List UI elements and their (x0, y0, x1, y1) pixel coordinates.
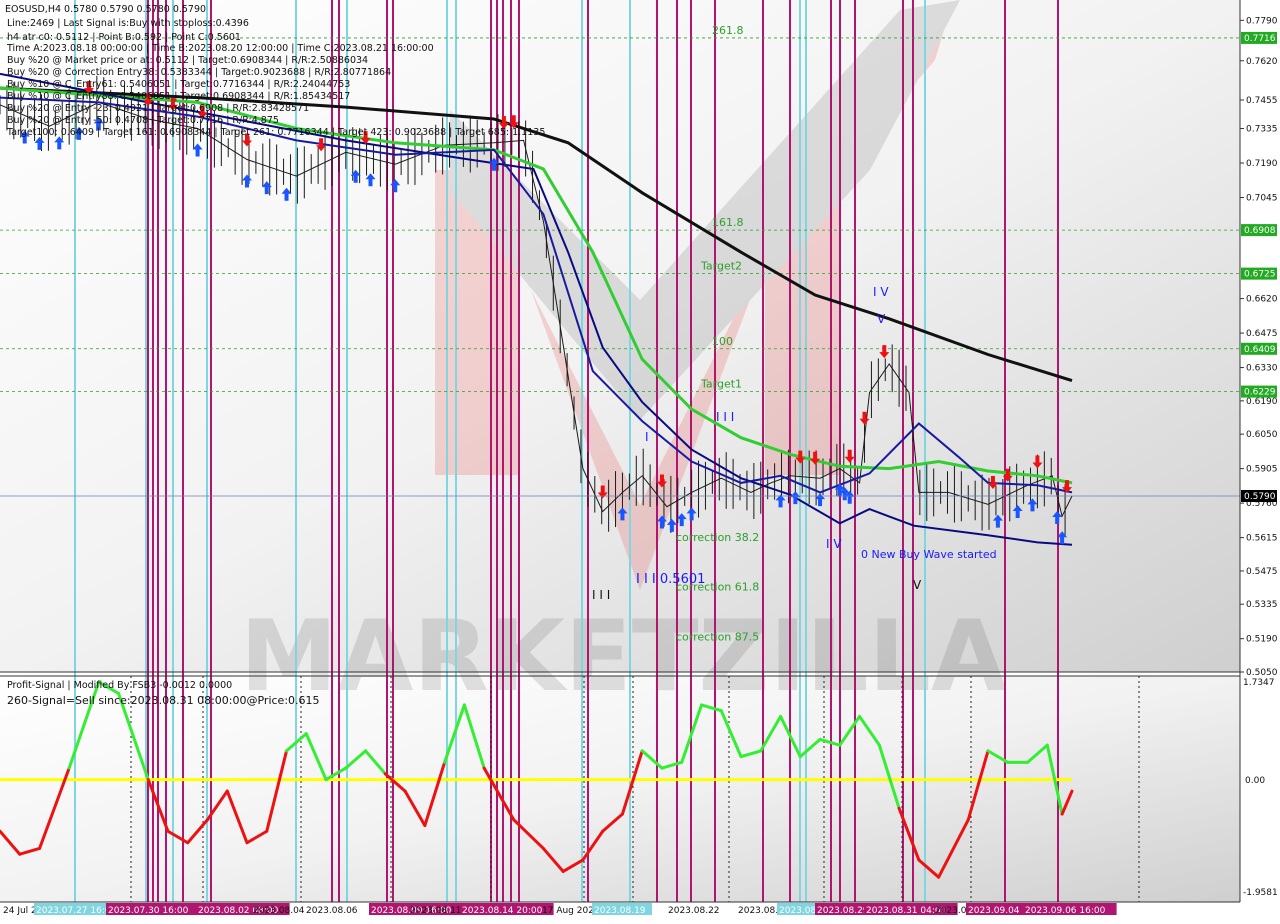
level-label: 100 (712, 335, 733, 348)
time-tick-label: 2023.08.29 (817, 906, 869, 916)
price-tick-label: 0.6330 (1246, 364, 1278, 374)
price-marker-label: 0.6908 (1244, 226, 1276, 236)
time-tick-label: 17 Aug 2023 (542, 906, 600, 916)
price-marker-label: 0.6409 (1244, 345, 1276, 355)
price-tick-label: 0.5615 (1246, 534, 1278, 544)
price-tick-label: 0.7335 (1246, 125, 1278, 135)
info-line: Buy %20 @ Entry -23: 0.4921 | Target:0.6… (7, 103, 309, 114)
price-tick-label: 0.7620 (1246, 57, 1278, 67)
time-tick-label: 2023.08.19 (594, 906, 646, 916)
oscillator-title: Profit-Signal | Modified By FSB3 -0.0012… (7, 680, 232, 691)
oscillator-axis-label: 0.00 (1245, 776, 1265, 786)
price-tick-label: 0.7045 (1246, 194, 1278, 204)
info-line: Buy %10 @ C_Entry61: 0.5406051 | Target:… (7, 79, 350, 90)
price-tick-label: 0.5190 (1246, 635, 1278, 645)
info-line: h4 atr c0: 0.5112 | Point B:0.592 | Poin… (7, 32, 241, 43)
chart-canvas: MARKETZILLA 261.8 161.8 Target2 100 Target1 c… (0, 0, 1280, 920)
price-tick-label: 0.5335 (1246, 600, 1278, 610)
level-label: 261.8 (712, 24, 744, 37)
price-marker-label: 0.6229 (1244, 388, 1276, 398)
time-tick-label: 2023.09.06 16:00 (1025, 906, 1106, 916)
price-tick-label: 0.6475 (1246, 329, 1278, 339)
info-line: Buy %10 @ C_Entry88: 0.5406051 | Target:… (7, 91, 350, 102)
price-tick-label: 0.5050 (1246, 668, 1278, 678)
price-tick-label: 0.6050 (1246, 430, 1278, 440)
wave-label: I I I (592, 588, 610, 602)
wave-label: 0 New Buy Wave started (861, 548, 997, 561)
info-line: Time A:2023.08.18 00:00:00 | Time B:2023… (6, 43, 434, 54)
price-tick-label: 0.5905 (1246, 465, 1278, 475)
oscillator-signal: 260-Signal=Sell since:2023.08.31 08:00:0… (7, 694, 320, 707)
price-tick-label: 0.6190 (1246, 397, 1278, 407)
time-tick-label: 2023.08.22 (668, 906, 720, 916)
price-tick-label: 0.7455 (1246, 96, 1278, 106)
price-tick-label: 0.5475 (1246, 567, 1278, 577)
level-label: Target1 (700, 378, 742, 391)
wave-label: I I I (716, 410, 734, 424)
info-line: Buy %20 @ Market price or at: 0.5112 | T… (7, 55, 368, 66)
wave-label: I V (826, 537, 842, 551)
symbol-line: EOSUSD,H4 0.5780 0.5790 0.5780 0.5790 (5, 4, 206, 15)
level-label: correction 38.2 (676, 531, 759, 544)
info-line: Target100: 0.6409 | Target 161: 0.690834… (6, 127, 545, 138)
time-tick-label: 2023.08.14 20:00 (462, 906, 543, 916)
info-line: Line:2469 | Last Signal is:Buy with stop… (7, 18, 249, 29)
info-line: Buy %20 @ Correction Entry38: 0.5383344 … (7, 67, 391, 78)
price-marker-label: 0.7716 (1244, 34, 1276, 44)
time-tick-label: 2023.08.06 (306, 906, 358, 916)
wave-label: I (645, 430, 649, 444)
price-tick-label: 0.6620 (1246, 295, 1278, 305)
wave-label: V (877, 312, 886, 326)
info-line: Buy %20 @ Entry -50: 0.4708 | Target:0.7… (7, 115, 279, 126)
watermark-text: MARKETZILLA (240, 600, 1007, 714)
chart-root: MARKETZILLA 261.8 161.8 Target2 100 Target1 c… (0, 0, 1280, 920)
price-tick-label: 0.7190 (1246, 159, 1278, 169)
level-label: 161.8 (712, 216, 744, 229)
time-tick-label: 2023.07.27 16:00 (36, 906, 117, 916)
wave-label: V (913, 578, 922, 592)
wave-label: I V (873, 285, 889, 299)
time-tick-label: 2023.08.11 (410, 906, 462, 916)
level-label: correction 87.5 (676, 631, 759, 644)
time-tick-label: 2023.07.30 16:00 (108, 906, 189, 916)
time-tick-label: 2023.08.04 (253, 906, 305, 916)
level-label: Target2 (700, 260, 742, 273)
price-marker-label: 0.5790 (1244, 492, 1276, 502)
price-tick-label: 0.7790 (1246, 16, 1278, 26)
oscillator-axis-label: 1.7347 (1243, 678, 1275, 688)
wave-label: I I I 0.5601 (636, 572, 705, 587)
time-tick-label: 2023.09.04 (968, 906, 1020, 916)
price-marker-label: 0.6725 (1244, 270, 1276, 280)
oscillator-axis-label: -1.9581 (1243, 888, 1278, 898)
